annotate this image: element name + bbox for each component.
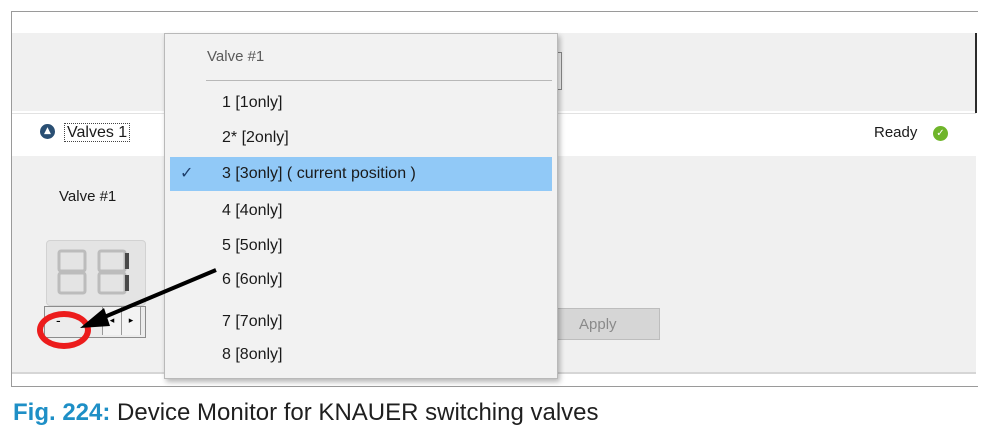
section-title[interactable]: Valves 1 xyxy=(64,123,131,142)
dropdown-item[interactable]: 1 [1only] xyxy=(170,86,552,120)
figure-caption: Fig. 224: Device Monitor for KNAUER swit… xyxy=(13,399,599,427)
dropdown-item[interactable]: 5 [5only] xyxy=(170,229,552,263)
figure-caption-text: Device Monitor for KNAUER switching valv… xyxy=(117,399,599,426)
dropdown-item[interactable]: 7 [7only] xyxy=(170,305,552,339)
dropdown-item-label: 1 [1only] xyxy=(222,94,283,111)
highlight-circle-annotation xyxy=(37,311,91,349)
dropdown-header: Valve #1 xyxy=(207,48,265,65)
figure-number: Fig. 224: xyxy=(13,399,111,426)
check-circle-icon: ✓ xyxy=(933,126,948,141)
dropdown-item-label: 6 [6only] xyxy=(222,271,283,288)
stepper-prev-button[interactable]: ◂ xyxy=(102,307,122,335)
dropdown-item-selected[interactable]: ✓ 3 [3only] ( current position ) xyxy=(170,157,552,191)
dropdown-item-label: 3 [3only] ( current position ) xyxy=(222,165,416,182)
valve-label: Valve #1 xyxy=(59,188,117,205)
dropdown-item-label: 5 [5only] xyxy=(222,237,283,254)
dropdown-separator xyxy=(206,80,552,81)
collapse-chevron-up-icon[interactable]: ▲ xyxy=(40,124,55,139)
dropdown-item[interactable]: 8 [8only] xyxy=(170,338,552,372)
dropdown-item[interactable]: 4 [4only] xyxy=(170,194,552,228)
right-edge-rule xyxy=(975,33,977,113)
dropdown-item-label: 8 [8only] xyxy=(222,346,283,363)
seven-segment-display xyxy=(46,240,146,306)
dropdown-item-label: 4 [4only] xyxy=(222,202,283,219)
checkmark-icon: ✓ xyxy=(180,163,194,182)
seven-segment-digits xyxy=(57,249,129,295)
dropdown-item-label: 2* [2only] xyxy=(222,129,289,146)
dropdown-item-label: 7 [7only] xyxy=(222,313,283,330)
apply-button[interactable]: Apply xyxy=(554,308,660,340)
stepper-next-button[interactable]: ▸ xyxy=(122,307,141,335)
status-label: Ready xyxy=(874,124,918,141)
dropdown-item[interactable]: 2* [2only] xyxy=(170,121,552,155)
dropdown-item[interactable]: 6 [6only] xyxy=(170,263,552,297)
